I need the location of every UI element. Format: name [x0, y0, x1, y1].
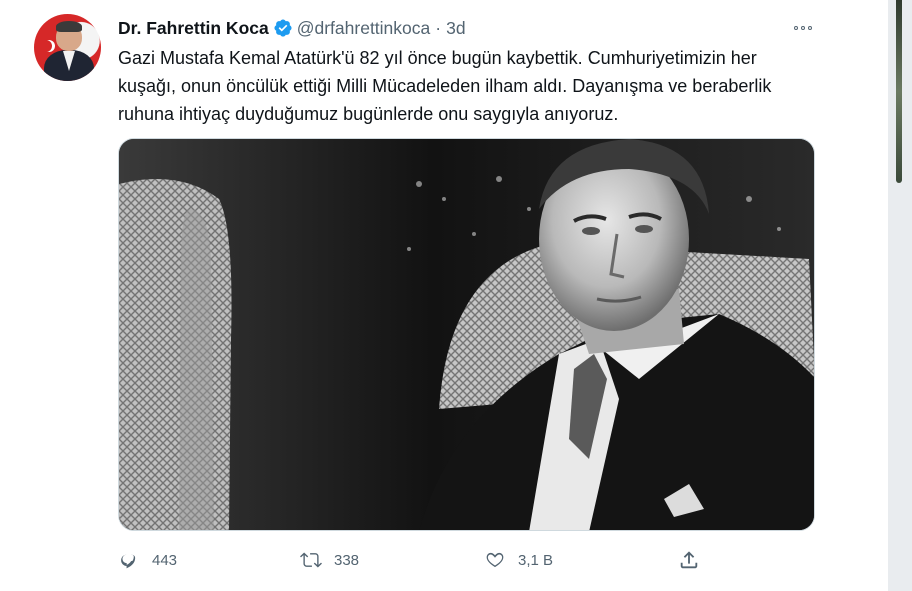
tweet-text: Gazi Mustafa Kemal Atatürk'ü 82 yıl önce… [118, 48, 772, 124]
like-count: 3,1 B [518, 551, 554, 569]
separator-dot: · [435, 17, 442, 38]
author-avatar[interactable] [34, 14, 101, 81]
author-name[interactable]: Dr. Fahrettin Koca [118, 18, 269, 39]
adjacent-image-edge [896, 0, 902, 183]
portrait-image [119, 139, 814, 530]
avatar-hair [56, 21, 82, 32]
more-dot [808, 26, 812, 30]
author-handle[interactable]: @drfahrettinkoca [297, 18, 431, 39]
tweet-actions: 443 338 3,1 B [118, 545, 818, 575]
share-button[interactable] [678, 545, 700, 575]
page-scrollbar-area [888, 0, 912, 591]
more-dot [794, 26, 798, 30]
retweet-count: 338 [334, 551, 360, 569]
reply-button[interactable]: 443 [118, 545, 177, 575]
reply-count: 443 [152, 551, 178, 569]
retweet-icon [300, 552, 322, 568]
heart-icon [486, 552, 504, 568]
retweet-button[interactable]: 338 [300, 545, 359, 575]
reply-icon [121, 554, 136, 569]
tweet-header: Dr. Fahrettin Koca @drfahrettinkoca · 3d [118, 17, 466, 39]
flag-crescent-icon [40, 40, 52, 52]
verified-badge-icon [273, 18, 293, 38]
tweet-photo[interactable] [118, 138, 815, 531]
share-icon [680, 551, 698, 569]
tweet-timestamp[interactable]: 3d [446, 18, 465, 39]
more-dot [801, 26, 805, 30]
tweet-card[interactable]: Dr. Fahrettin Koca @drfahrettinkoca · 3d… [0, 0, 888, 591]
like-button[interactable]: 3,1 B [484, 545, 553, 575]
more-options-icon[interactable] [788, 18, 818, 38]
